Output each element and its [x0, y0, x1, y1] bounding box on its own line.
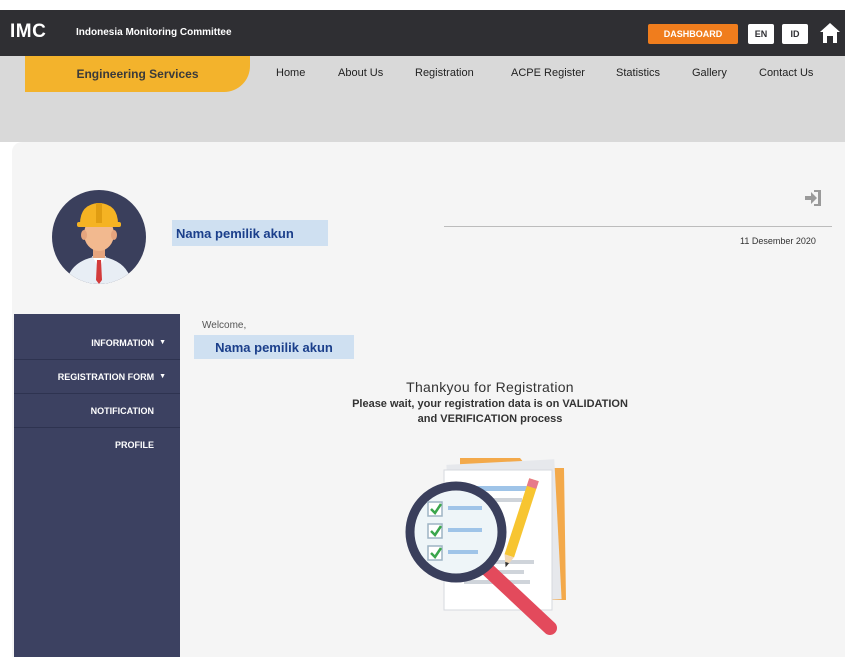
account-owner-name: Nama pemilik akun [172, 220, 328, 246]
document-magnifier-icon [405, 458, 566, 635]
dashboard-button[interactable]: DASHBOARD [648, 24, 738, 44]
validation-message-line1: Please wait, your registration data is o… [352, 398, 628, 410]
logout-icon[interactable] [803, 188, 827, 208]
sidebar: INFORMATION ▼ REGISTRATION FORM ▼ NOTIFI… [14, 314, 180, 657]
caret-down-icon: ▼ [159, 339, 166, 346]
sidebar-item-notification[interactable]: NOTIFICATION [14, 394, 180, 428]
current-date: 11 Desember 2020 [740, 236, 816, 246]
welcome-text: Welcome, [202, 320, 247, 331]
home-icon[interactable] [818, 21, 842, 45]
welcome-user-name: Nama pemilik akun [194, 335, 354, 359]
sidebar-item-label: PROFILE [114, 440, 154, 450]
engineer-avatar-icon [52, 190, 146, 284]
sidebar-item-label: INFORMATION [91, 337, 155, 348]
nav-home[interactable]: Home [276, 67, 305, 79]
brand-subtitle: Indonesia Monitoring Committee [76, 27, 232, 38]
nav-acpe-register[interactable]: ACPE Register [511, 67, 585, 79]
sidebar-item-label: REGISTRATION FORM [57, 371, 155, 382]
nav-contact-us[interactable]: Contact Us [759, 67, 813, 79]
nav-about-us[interactable]: About Us [338, 67, 383, 79]
top-bar: IMC Indonesia Monitoring Committee DASHB… [0, 10, 845, 56]
sidebar-item-profile[interactable]: PROFILE [14, 428, 180, 462]
nav-registration[interactable]: Registration [415, 67, 474, 79]
sidebar-item-label: NOTIFICATION [90, 405, 154, 416]
validation-message: Please wait, your registration data is o… [290, 397, 690, 427]
validation-message-line2: and VERIFICATION process [417, 413, 563, 425]
engineering-services-tab[interactable]: Engineering Services [25, 56, 250, 92]
brand-logo[interactable]: IMC [10, 21, 46, 43]
profile-divider [444, 226, 832, 227]
thanks-title: Thankyou for Registration [406, 379, 574, 395]
nav-gallery[interactable]: Gallery [692, 67, 727, 79]
lang-en-button[interactable]: EN [748, 24, 774, 44]
caret-down-icon: ▼ [159, 373, 166, 380]
sidebar-item-information[interactable]: INFORMATION ▼ [14, 326, 180, 360]
sidebar-item-registration-form[interactable]: REGISTRATION FORM ▼ [14, 360, 180, 394]
lang-id-button[interactable]: ID [782, 24, 808, 44]
nav-statistics[interactable]: Statistics [616, 67, 660, 79]
main-nav: Engineering Services Home About Us Regis… [0, 56, 845, 142]
